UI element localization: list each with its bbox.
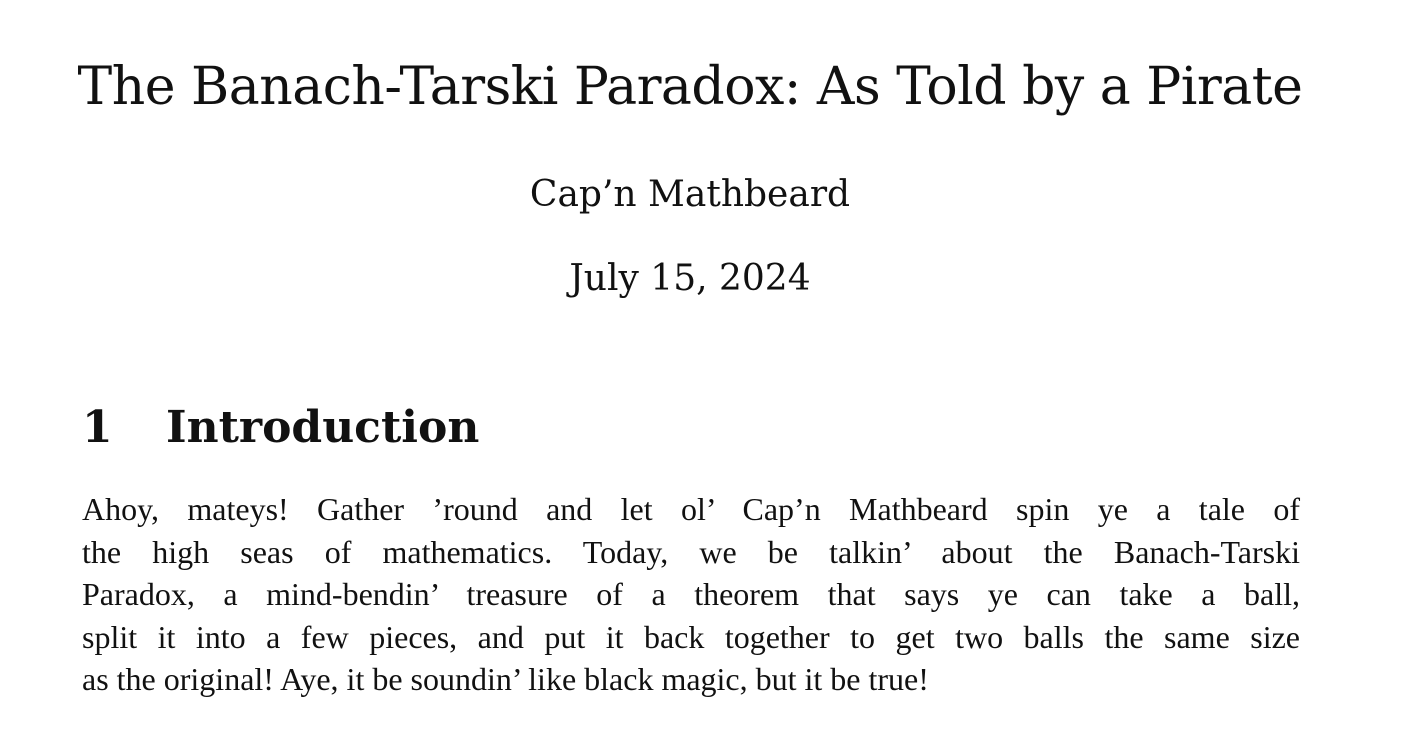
section-heading: 1 Introduction — [82, 398, 479, 458]
introduction-paragraph: Ahoy, mateys! Gather ’round and let ol’ … — [82, 488, 1300, 701]
paper-date: July 15, 2024 — [569, 258, 811, 299]
paper-title: The Banach-Tarski Paradox: As Told by a … — [77, 57, 1303, 117]
paper-author: Cap’n Mathbeard — [529, 174, 851, 215]
document-page: The Banach-Tarski Paradox: As Told by a … — [0, 0, 1418, 740]
paragraph-line: the high seas of mathematics. Today, we … — [82, 533, 1300, 570]
paragraph-line: Paradox, a mind-bendin’ treasure of a th… — [82, 576, 1300, 612]
paragraph-line: Ahoy, mateys! Gather ’round and let ol’ … — [82, 491, 1300, 527]
section-number: 1 — [82, 402, 113, 453]
paragraph-line: split it into a few pieces, and put it b… — [82, 618, 1300, 655]
section-title: Introduction — [166, 402, 480, 453]
paragraph-line: as the original! Aye, it be soundin’ lik… — [82, 661, 929, 697]
